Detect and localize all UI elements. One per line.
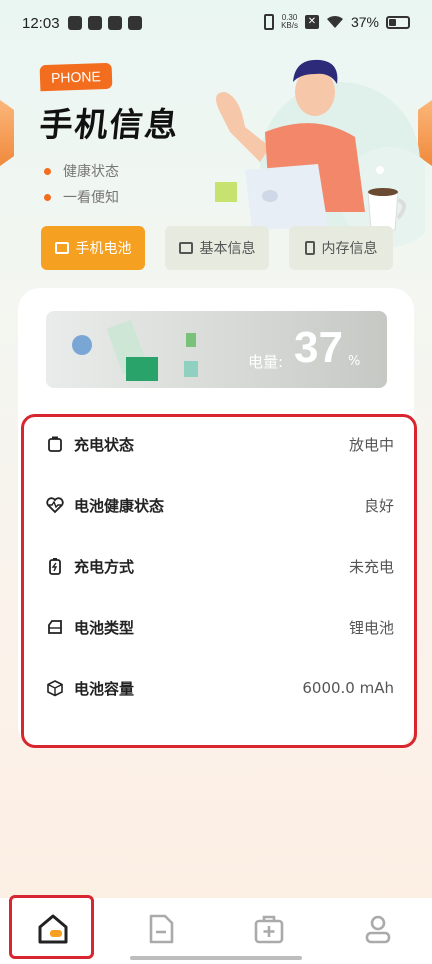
info-value: 放电中 [348, 435, 394, 454]
vibrate-icon [264, 14, 275, 30]
no-sim-icon: ✕ [304, 15, 319, 29]
pinwheel-icon [108, 16, 122, 30]
info-label: 充电状态 [74, 435, 135, 454]
chat-icon [178, 242, 193, 254]
info-label: 电池容量 [74, 679, 135, 698]
tab-label: 手机电池 [75, 241, 132, 257]
bullet-dot [44, 193, 51, 201]
side-tab-left[interactable] [0, 100, 14, 166]
tab-basic-info[interactable]: 基本信息 [165, 226, 269, 270]
info-value: 锂电池 [348, 618, 394, 637]
status-right: 0.30 KB/s ✕ 37% [264, 14, 410, 30]
home-icon[interactable] [36, 912, 70, 946]
notification-icons [68, 16, 142, 30]
user-icon[interactable] [361, 912, 395, 946]
cube-icon [47, 680, 63, 697]
info-row-health: 电池健康状态 良好 [46, 491, 394, 519]
battery-level-label: 电量: [248, 353, 284, 371]
info-value: 6000.0 mAh [302, 679, 394, 697]
battery-icon [54, 242, 69, 254]
tab-battery[interactable]: 手机电池 [41, 226, 145, 270]
phone-tag: PHONE [39, 62, 113, 92]
bullet-item: 一看便知 [44, 184, 119, 210]
document-minus-icon[interactable] [144, 912, 178, 946]
battery-percent: 37% [350, 14, 379, 30]
info-label: 电池健康状态 [74, 496, 165, 515]
feature-bullets: 健康状态 一看便知 [44, 158, 119, 210]
tab-memory-info[interactable]: 内存信息 [289, 226, 393, 270]
tab-label: 内存信息 [321, 241, 378, 257]
bullet-item: 健康状态 [44, 158, 119, 184]
tiktok-icon [68, 16, 82, 30]
info-label: 电池类型 [74, 618, 135, 637]
battery-info-list: 充电状态 放电中 电池健康状态 良好 充电方式 未充电 电池类型 锂电池 电池容… [21, 414, 417, 748]
battery-level-banner: 电量: 37 % [46, 311, 387, 388]
page-title: 手机信息 [37, 105, 182, 144]
crown-icon [88, 16, 102, 30]
info-row-battery-type: 电池类型 锂电池 [46, 613, 394, 641]
status-time: 12:03 [22, 15, 60, 32]
category-tabs: 手机电池 基本信息 内存信息 [41, 226, 393, 270]
tab-label: 基本信息 [199, 241, 256, 257]
wifi-icon [326, 15, 343, 28]
battery-status-icon [386, 15, 410, 29]
bullet-text: 一看便知 [63, 190, 119, 206]
app-icon [128, 16, 142, 30]
medical-box-icon[interactable] [252, 912, 286, 946]
bullet-text: 健康状态 [63, 164, 119, 180]
sd-card-icon [48, 620, 62, 634]
info-label: 充电方式 [74, 557, 135, 576]
status-bar: 12:03 0.30 KB/s ✕ 37% [0, 0, 432, 48]
gesture-home-indicator[interactable] [130, 956, 302, 960]
battery-card: 电量: 37 % 充电状态 放电中 电池健康状态 良好 充电方式 未充电 电池类… [18, 288, 417, 748]
info-row-capacity: 电池容量 6000.0 mAh [46, 674, 394, 702]
bullet-dot [44, 167, 51, 175]
info-value: 良好 [363, 496, 394, 515]
net-speed-unit: KB/s [281, 21, 298, 30]
battery-level-value: 37 [294, 323, 343, 372]
info-value: 未充电 [348, 557, 394, 576]
battery-outline-icon [48, 436, 62, 452]
charging-icon [49, 558, 61, 575]
info-row-charge-method: 充电方式 未充电 [46, 552, 394, 580]
info-row-charge-status: 充电状态 放电中 [46, 430, 394, 458]
phone-icon [304, 241, 315, 255]
person-laptop-illustration [215, 59, 425, 247]
bottom-nav [0, 895, 432, 964]
battery-banner-illustration [72, 320, 198, 381]
battery-level-unit: % [348, 354, 361, 369]
heartbeat-icon [46, 497, 64, 514]
net-speed: 0.30 KB/s [281, 14, 298, 30]
